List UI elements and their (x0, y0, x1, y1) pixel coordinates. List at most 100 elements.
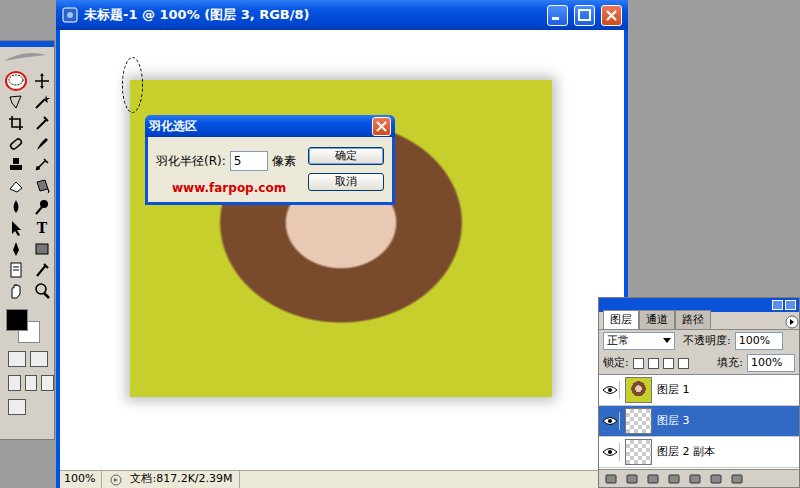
folder-icon[interactable] (689, 473, 701, 485)
mask-mode-button[interactable] (30, 351, 48, 367)
tool-icon[interactable] (7, 219, 25, 237)
cancel-button[interactable]: 取消 (308, 173, 384, 191)
tool-button[interactable] (5, 176, 27, 196)
tool-button[interactable] (5, 218, 27, 238)
eye-icon[interactable] (602, 447, 618, 457)
tool-button[interactable] (5, 113, 27, 133)
tool-icon[interactable] (33, 177, 51, 195)
lock-option-icon[interactable] (648, 358, 659, 369)
tool-icon[interactable] (7, 72, 25, 90)
tool-button[interactable] (5, 134, 27, 154)
tool-icon[interactable] (33, 72, 51, 90)
mask-mode-button[interactable] (8, 351, 26, 367)
tool-button[interactable] (31, 176, 53, 196)
fill-input[interactable]: 100% (747, 354, 795, 372)
layer-row[interactable]: 图层 2 副本 (599, 437, 799, 468)
screen-mode-button[interactable] (8, 375, 21, 391)
tool-icon[interactable] (33, 156, 51, 174)
panel-tab[interactable]: 路径 (675, 310, 711, 330)
close-icon[interactable] (373, 118, 390, 135)
tool-button[interactable] (5, 239, 27, 259)
tool-icon[interactable] (33, 198, 51, 216)
dialog-close-button[interactable] (372, 117, 391, 136)
tool-button[interactable] (31, 281, 53, 301)
style-icon[interactable] (626, 473, 638, 485)
panel-tab[interactable]: 通道 (639, 310, 675, 330)
tool-button[interactable] (31, 197, 53, 217)
tool-icon[interactable] (33, 114, 51, 132)
close-icon[interactable] (602, 6, 621, 25)
visibility-toggle[interactable] (602, 443, 620, 461)
jump-mode-button[interactable] (8, 399, 26, 415)
layer-name[interactable]: 图层 3 (657, 413, 690, 430)
close-button[interactable] (601, 5, 622, 26)
tool-button[interactable] (31, 260, 53, 280)
maximize-icon[interactable] (575, 6, 594, 25)
tool-button[interactable] (31, 113, 53, 133)
elliptical-selection[interactable] (122, 57, 143, 113)
panel-close-button[interactable] (785, 300, 796, 310)
tool-icon[interactable] (33, 93, 51, 111)
tool-button[interactable] (31, 239, 53, 259)
new-layer-icon[interactable] (710, 473, 722, 485)
eye-icon[interactable] (602, 385, 618, 395)
tool-icon[interactable] (33, 135, 51, 153)
menu-icon[interactable] (785, 315, 799, 329)
tool-button[interactable] (31, 71, 53, 91)
zoom-level[interactable]: 100% (64, 471, 102, 488)
foreground-color[interactable] (6, 309, 28, 331)
minimize-icon[interactable] (548, 6, 567, 25)
trash-icon[interactable] (731, 473, 743, 485)
tool-button[interactable] (5, 92, 27, 112)
screen-mode-button[interactable] (41, 375, 54, 391)
layer-row[interactable]: 图层 3 (599, 406, 799, 437)
tool-icon[interactable] (7, 135, 25, 153)
screen-mode-button[interactable] (25, 375, 38, 391)
opacity-input[interactable]: 100% (735, 332, 783, 350)
adjustment-icon[interactable] (668, 473, 680, 485)
tool-icon[interactable] (7, 282, 25, 300)
layer-name[interactable]: 图层 2 副本 (657, 444, 715, 461)
ok-button[interactable]: 确定 (308, 147, 384, 165)
lock-option-icon[interactable] (678, 358, 689, 369)
tool-button[interactable] (5, 71, 27, 91)
tool-icon[interactable] (7, 240, 25, 258)
tool-icon[interactable] (7, 114, 25, 132)
visibility-toggle[interactable] (602, 412, 620, 430)
mask-icon[interactable] (647, 473, 659, 485)
arrow-icon[interactable] (110, 474, 122, 486)
lock-option-icon[interactable] (633, 358, 644, 369)
panel-minimize-button[interactable] (772, 300, 783, 310)
tool-icon[interactable] (33, 261, 51, 279)
maximize-button[interactable] (574, 5, 595, 26)
tool-button[interactable] (5, 197, 27, 217)
tool-icon[interactable] (33, 282, 51, 300)
tool-button[interactable] (31, 155, 53, 175)
radius-input[interactable]: 5 (230, 151, 268, 171)
jump-mode-row (0, 399, 54, 415)
tool-button[interactable] (31, 92, 53, 112)
layer-name[interactable]: 图层 1 (657, 382, 690, 399)
color-swatches[interactable] (6, 309, 46, 343)
dropdown-icon[interactable] (663, 338, 671, 344)
tool-button[interactable]: T (31, 218, 53, 238)
visibility-toggle[interactable] (602, 381, 620, 399)
eye-icon[interactable] (602, 416, 618, 426)
tool-button[interactable] (5, 281, 27, 301)
tool-icon[interactable] (7, 156, 25, 174)
canvas[interactable] (60, 30, 624, 470)
tool-icon[interactable] (33, 240, 51, 258)
link-icon[interactable] (605, 473, 617, 485)
minimize-button[interactable] (547, 5, 568, 26)
panel-tab[interactable]: 图层 (603, 310, 639, 330)
tool-icon[interactable] (7, 261, 25, 279)
tool-icon[interactable] (7, 177, 25, 195)
tool-button[interactable] (5, 260, 27, 280)
lock-option-icon[interactable] (663, 358, 674, 369)
blend-mode-select[interactable]: 正常 (603, 332, 675, 350)
tool-button[interactable] (5, 155, 27, 175)
layer-row[interactable]: 图层 1 (599, 375, 799, 406)
tool-button[interactable] (31, 134, 53, 154)
tool-icon[interactable] (7, 198, 25, 216)
tool-icon[interactable] (7, 93, 25, 111)
